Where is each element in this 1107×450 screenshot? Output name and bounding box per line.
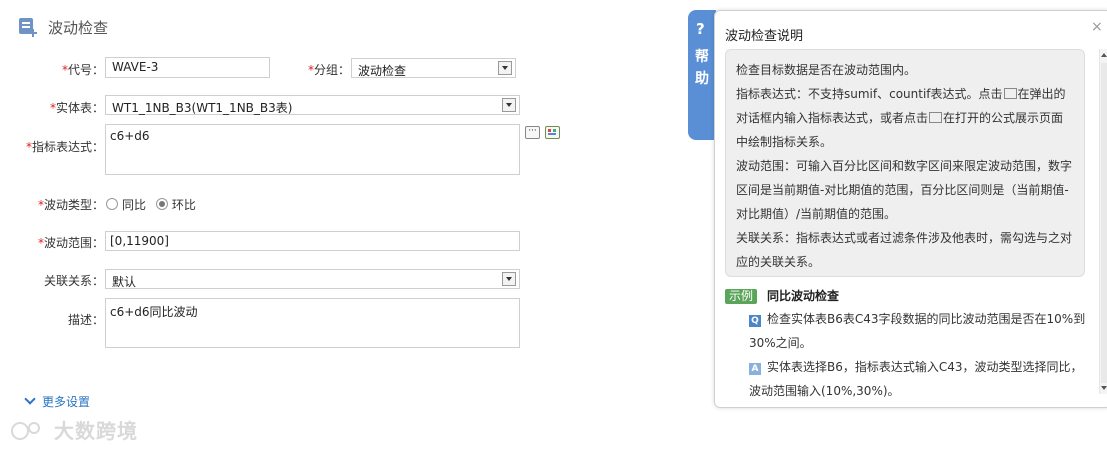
scroll-thumb[interactable]	[1101, 63, 1107, 383]
ellipsis-icon[interactable]: ···	[525, 126, 540, 139]
help-panel: 波动检查说明 × 检查目标数据是否在波动范围内。 指标表达式：不支持sumif、…	[714, 10, 1107, 408]
entity-select[interactable]: WT1_1NB_B3(WT1_1NB_B3表)	[105, 95, 520, 115]
close-icon[interactable]: ×	[1091, 19, 1103, 35]
entity-label: *实体表：	[49, 101, 104, 115]
desc-textarea[interactable]: c6+d6同比波动	[105, 298, 520, 348]
radio-yoy-label: 同比	[122, 198, 147, 212]
formula-chart-icon[interactable]	[545, 126, 560, 139]
code-input[interactable]: WAVE-3	[105, 57, 270, 78]
group-label: *分组：	[307, 63, 350, 77]
expr-textarea[interactable]: c6+d6	[105, 124, 520, 175]
example-title: 同比波动检查	[767, 289, 840, 303]
chevron-down-icon[interactable]	[498, 61, 512, 75]
wave-range-label: *波动范围：	[37, 236, 104, 250]
radio-mom-label: 环比	[171, 198, 196, 212]
watermark-logo-icon	[11, 422, 40, 440]
more-settings-toggle[interactable]: 更多设置	[24, 393, 90, 410]
scroll-up-icon[interactable]	[1101, 53, 1107, 57]
help-panel-title: 波动检查说明	[725, 29, 804, 44]
desc-label: 描述：	[67, 313, 104, 327]
chevron-down-icon[interactable]	[502, 98, 516, 112]
help-description: 检查目标数据是否在波动范围内。 指标表达式：不支持sumif、countif表达…	[725, 49, 1085, 277]
radio-yoy[interactable]	[106, 198, 118, 210]
wave-range-input[interactable]: [0,11900]	[105, 231, 520, 251]
code-label: *代号：	[61, 63, 104, 77]
question-badge-icon: Q	[749, 315, 761, 327]
example-badge: 示例	[725, 289, 758, 304]
checklist-add-icon	[18, 16, 40, 38]
wave-type-label: *波动类型：	[37, 198, 104, 212]
example-content: Q 检查实体表B6表C43字段数据的同比波动范围是否在10%到 30%之间。 A实…	[749, 312, 1086, 398]
relation-label: 关联关系：	[43, 274, 104, 288]
answer-badge-icon: A	[749, 363, 761, 375]
wave-type-radio-group: 同比 环比	[106, 196, 196, 213]
chevron-down-icon	[24, 393, 36, 405]
formula-chart-icon	[929, 112, 943, 123]
chevron-down-icon[interactable]	[502, 272, 516, 286]
relation-select[interactable]: 默认	[105, 269, 520, 289]
radio-mom[interactable]	[155, 198, 168, 210]
group-select[interactable]: 波动检查	[351, 58, 516, 78]
watermark: 大数跨境	[10, 415, 138, 444]
ellipsis-icon	[1003, 88, 1017, 99]
page-header: 波动检查	[18, 16, 108, 38]
help-tab[interactable]: ? 帮助	[688, 10, 716, 140]
help-scrollbar[interactable]	[1099, 49, 1107, 394]
expr-label: *指标表达式：	[25, 140, 104, 154]
question-icon: ?	[696, 20, 705, 38]
scroll-down-icon[interactable]	[1101, 386, 1107, 390]
page-title: 波动检查	[48, 18, 109, 37]
help-tab-label: 帮助	[695, 49, 709, 87]
